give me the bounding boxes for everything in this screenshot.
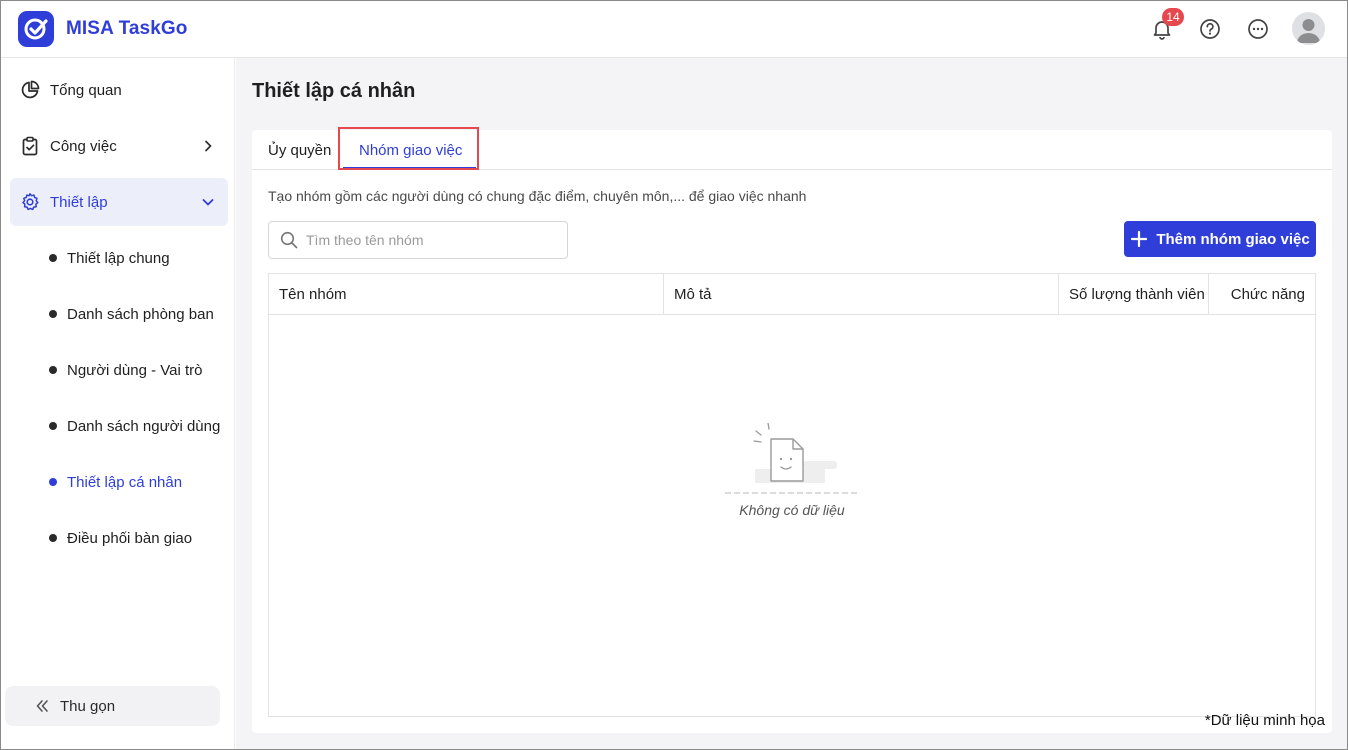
pie-chart-icon (20, 80, 40, 100)
sidebar-item-settings[interactable]: Thiết lập (10, 178, 228, 226)
sidebar-subitem-label: Danh sách phòng ban (67, 305, 214, 323)
sidebar-item-overview[interactable]: Tổng quan (10, 66, 228, 114)
app-logo[interactable]: MISA TaskGo (18, 11, 187, 47)
add-group-button[interactable]: Thêm nhóm giao việc (1124, 221, 1316, 257)
app-name: MISA TaskGo (66, 18, 188, 39)
more-icon (1248, 18, 1268, 39)
search-icon (280, 231, 298, 249)
page-title: Thiết lập cá nhân (252, 80, 416, 102)
notifications-button[interactable]: 14 (1150, 7, 1184, 41)
help-button[interactable] (1198, 17, 1222, 41)
sidebar-item-label: Công việc (50, 137, 117, 155)
bullet-dot (49, 478, 57, 486)
table-header: Tên nhóm Mô tả Số lượng thành viên Chức … (269, 274, 1315, 315)
sidebar-subitem-general-settings[interactable]: Thiết lập chung (49, 246, 170, 270)
logo-icon (18, 11, 54, 47)
sidebar-subitem-handover[interactable]: Điều phối bàn giao (49, 526, 192, 550)
empty-state-text: Không có dữ liệu (739, 502, 845, 518)
app-window: MISA TaskGo 14 Tổng quan Công việc Thiết… (0, 0, 1348, 750)
sidebar-subitem-user-list[interactable]: Danh sách người dùng (49, 414, 220, 438)
column-label: Tên nhóm (279, 286, 347, 303)
notification-badge: 14 (1162, 7, 1184, 26)
empty-state: Không có dữ liệu (269, 315, 1315, 716)
settings-card: Ủy quyền Nhóm giao việc Tạo nhóm gồm các… (252, 127, 1332, 733)
bullet-dot (49, 310, 57, 318)
column-header-member-count[interactable]: Số lượng thành viên (1059, 274, 1209, 315)
more-button[interactable] (1246, 17, 1270, 41)
sidebar-subitem-label: Thiết lập cá nhân (67, 473, 183, 491)
user-icon (1297, 19, 1320, 43)
column-header-description[interactable]: Mô tả (664, 274, 1059, 315)
search-input[interactable] (306, 232, 556, 248)
collapse-sidebar-button[interactable]: Thu gọn (5, 686, 220, 726)
double-chevron-left-icon (34, 698, 50, 714)
search-box (268, 221, 568, 259)
sidebar-subitem-personal-settings[interactable]: Thiết lập cá nhân (49, 470, 182, 494)
column-label: Số lượng thành viên (1069, 286, 1205, 303)
sidebar-subitem-departments[interactable]: Danh sách phòng ban (49, 302, 214, 326)
bullet-dot (49, 366, 57, 374)
main-content: Thiết lập cá nhân Ủy quyền Nhóm giao việ… (236, 58, 1347, 749)
plus-icon (1130, 230, 1148, 248)
sidebar-subitem-label: Thiết lập chung (67, 249, 170, 267)
tab-bar: Ủy quyền Nhóm giao việc (252, 127, 1332, 170)
top-header: MISA TaskGo 14 (1, 1, 1347, 58)
clipboard-check-icon (20, 136, 40, 156)
tab-delegation[interactable]: Ủy quyền (268, 130, 331, 170)
sidebar-subitem-label: Điều phối bàn giao (67, 529, 193, 547)
bullet-dot (49, 254, 57, 262)
help-icon (1200, 18, 1220, 39)
add-group-label: Thêm nhóm giao việc (1156, 230, 1310, 248)
collapse-label: Thu gọn (60, 697, 116, 715)
empty-document-icon (725, 423, 859, 494)
highlight-box (338, 127, 479, 170)
header-actions: 14 (1126, 7, 1325, 45)
sidebar-subitem-users-roles[interactable]: Người dùng - Vai trò (49, 358, 203, 382)
tab-label: Ủy quyền (268, 141, 332, 159)
gear-icon (20, 192, 40, 212)
sidebar-item-label: Thiết lập (50, 193, 108, 211)
groups-table: Tên nhóm Mô tả Số lượng thành viên Chức … (268, 273, 1316, 717)
sidebar-item-label: Tổng quan (50, 81, 122, 99)
chevron-right-icon (200, 138, 216, 154)
bullet-dot (49, 534, 57, 542)
column-header-group-name[interactable]: Tên nhóm (269, 274, 664, 315)
user-avatar[interactable] (1292, 12, 1325, 45)
sidebar-item-tasks[interactable]: Công việc (10, 122, 228, 170)
column-label: Mô tả (674, 286, 712, 303)
sidebar-subitem-label: Danh sách người dùng (67, 417, 221, 435)
chevron-down-icon (200, 194, 216, 210)
column-label: Chức năng (1230, 286, 1305, 303)
column-header-actions[interactable]: Chức năng (1209, 274, 1315, 315)
section-description: Tạo nhóm gồm các người dùng có chung đặc… (268, 188, 807, 204)
sidebar: Tổng quan Công việc Thiết lập Thiết lập … (1, 58, 235, 749)
illustration-note: *Dữ liệu minh họa (1204, 712, 1325, 729)
sidebar-subitem-label: Người dùng - Vai trò (67, 361, 203, 379)
bullet-dot (49, 422, 57, 430)
